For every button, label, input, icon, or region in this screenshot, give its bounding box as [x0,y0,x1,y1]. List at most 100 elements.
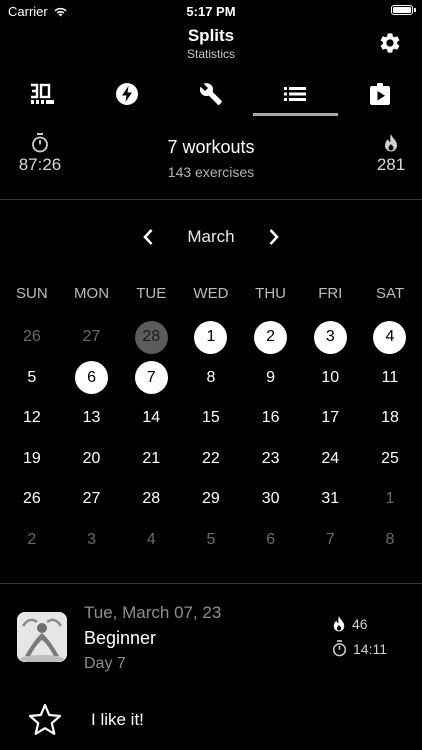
like-label: I like it! [91,710,144,729]
calendar-day[interactable]: 29 [181,479,241,520]
exercise-count: 143 exercises [167,164,255,180]
calendar-day-number: 10 [321,368,340,386]
calendar-day-number: 7 [325,530,335,548]
calendar-day[interactable]: 7 [121,358,181,399]
calendar-day-number: 5 [206,530,216,548]
status-bar: Carrier 5:17 PM [0,0,422,22]
calendar-day[interactable]: 16 [241,398,301,439]
calendar-day[interactable]: 18 [360,398,420,439]
calendar-day[interactable]: 22 [181,439,241,480]
calendar-day[interactable]: 3 [300,317,360,358]
divider [0,583,422,584]
calendar-day[interactable]: 4 [360,317,420,358]
calendar-day[interactable]: 23 [241,439,301,480]
lightning-icon [115,83,138,105]
calendar-day[interactable]: 8 [181,358,241,399]
calendar-day-number: 30 [261,490,280,508]
calendar-day[interactable]: 10 [300,358,360,399]
wrench-icon [199,83,223,105]
calendar-day-number: 27 [82,328,101,346]
weekday-label: MON [74,285,110,302]
calendar-day-number: 8 [385,530,395,548]
stopwatch-icon [332,640,347,657]
tab-quick-start[interactable] [84,72,168,116]
weekday-label: SAT [375,285,404,302]
like-button[interactable]: I like it! [0,696,422,744]
calendar-day-number: 16 [261,409,280,427]
calendar-day[interactable]: 1 [181,317,241,358]
workout-thumbnail [17,612,67,662]
calendar-day[interactable]: 17 [300,398,360,439]
calendar-day-number: 2 [27,530,37,548]
calendar-day-number: 12 [22,409,41,427]
calendar-day-number: 4 [373,320,407,354]
calendar-day-number: 26 [22,328,41,346]
weekday-label: THU [255,285,286,302]
calendar-day[interactable]: 14 [121,398,181,439]
weekday-header: SUN MON TUE WED THU FRI SAT [2,285,420,302]
calendar-day[interactable]: 2 [241,317,301,358]
calendar-day[interactable]: 27 [62,479,122,520]
calendar-day[interactable]: 8 [360,520,420,561]
calendar-day[interactable]: 26 [2,317,62,358]
calendar-day[interactable]: 26 [2,479,62,520]
timer-30-icon [31,83,55,104]
calendar-day-number: 17 [321,409,340,427]
calendar-day[interactable]: 27 [62,317,122,358]
workout-date: Tue, March 07, 23 [84,603,222,622]
calendar-day[interactable]: 1 [360,479,420,520]
tab-plans[interactable] [338,72,422,116]
calendar-day-number: 22 [202,449,220,467]
workout-name: Beginner [84,628,157,648]
calendar-day-number: 28 [142,490,161,508]
calendar-day[interactable]: 15 [181,398,241,439]
calendar-day[interactable]: 12 [2,398,62,439]
workout-calories-value: 46 [352,616,368,632]
calendar-day[interactable]: 28 [121,479,181,520]
calendar-day[interactable]: 28 [121,317,181,358]
tab-timer[interactable] [0,72,84,116]
calendar-day[interactable]: 21 [121,439,181,480]
previous-month-button[interactable] [133,222,163,252]
calendar-day-number: 1 [194,320,228,354]
calendar-day[interactable]: 30 [241,479,301,520]
total-calories-stat: 281 [361,133,421,175]
tab-bar [0,72,422,116]
calendar-day-number: 20 [82,449,101,467]
workout-summary[interactable]: Tue, March 07, 23 Beginner Day 7 46 14:1… [0,600,422,680]
calendar-day-number: 28 [134,320,168,354]
workout-duration-value: 14:11 [353,640,387,657]
tab-statistics[interactable] [253,72,339,116]
calendar-day[interactable]: 20 [62,439,122,480]
calendar-day[interactable]: 6 [62,358,122,399]
status-time: 5:17 PM [186,4,236,19]
gear-icon[interactable] [378,31,402,55]
calendar-day-number: 25 [381,449,399,467]
calendar-day[interactable]: 6 [241,520,301,561]
month-label: March [187,227,235,246]
calendar-day-number: 26 [22,490,41,508]
calendar-day-number: 13 [82,409,101,427]
flame-icon [385,134,397,152]
calendar-day[interactable]: 13 [62,398,122,439]
calendar-day[interactable]: 19 [2,439,62,480]
weekday-label: WED [193,285,229,302]
calendar-day[interactable]: 5 [181,520,241,561]
calendar-day[interactable]: 25 [360,439,420,480]
calendar-day-number: 24 [321,449,340,467]
calendar-day[interactable]: 7 [300,520,360,561]
calendar-day[interactable]: 2 [2,520,62,561]
calendar-day[interactable]: 5 [2,358,62,399]
total-calories: 281 [376,155,406,174]
tab-tools[interactable] [169,72,253,116]
calendar-day[interactable]: 24 [300,439,360,480]
calendar-day-number: 29 [202,490,220,508]
next-month-button[interactable] [259,222,289,252]
calendar-day-number: 9 [266,368,276,386]
calendar-day[interactable]: 4 [121,520,181,561]
calendar-day[interactable]: 31 [300,479,360,520]
calendar-day[interactable]: 3 [62,520,122,561]
calendar-day[interactable]: 9 [241,358,301,399]
calendar-day[interactable]: 11 [360,358,420,399]
page-subtitle: Statistics [186,47,235,61]
